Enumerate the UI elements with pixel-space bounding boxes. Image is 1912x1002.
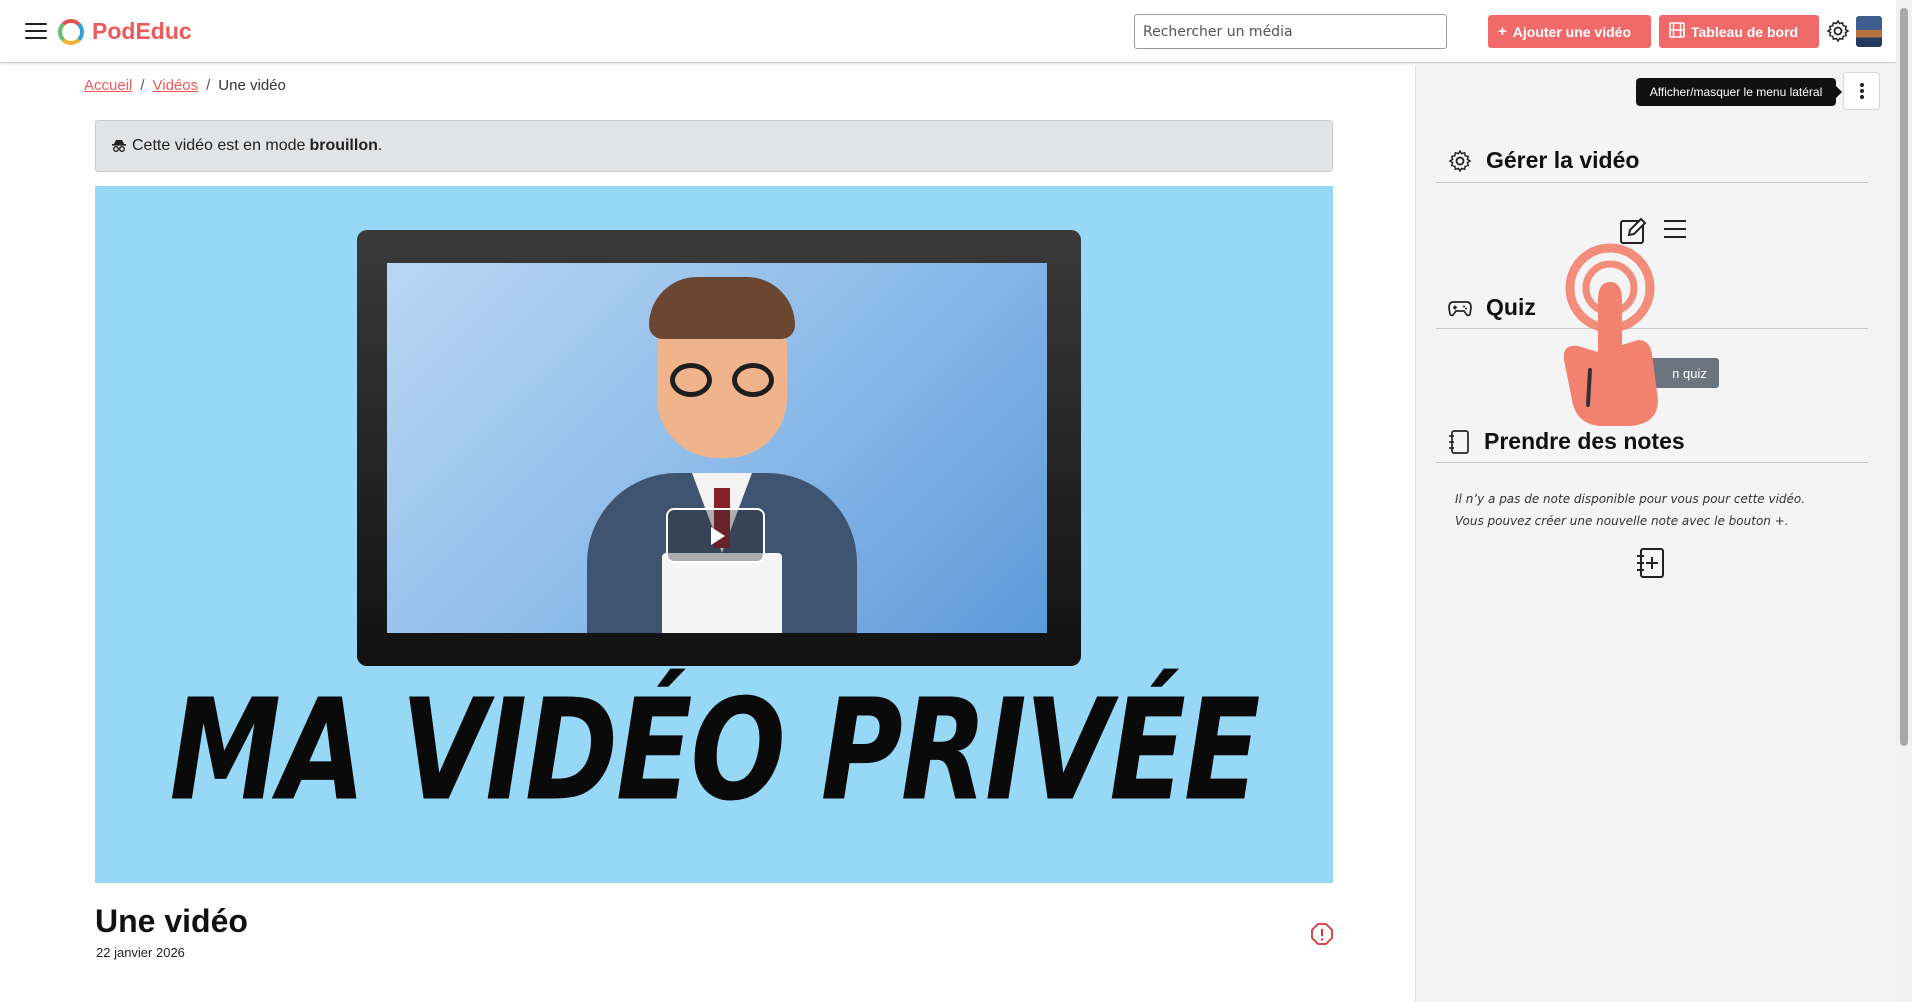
plus-icon: + — [1498, 23, 1507, 40]
user-avatar[interactable] — [1856, 16, 1882, 47]
draft-text: Cette vidéo est en mode — [132, 137, 306, 154]
create-quiz-button[interactable]: n quiz — [1620, 358, 1719, 388]
notes-empty-line: Vous pouvez créer une nouvelle note avec… — [1455, 514, 1789, 528]
notes-heading: Prendre des notes — [1448, 428, 1685, 455]
dashboard-label: Tableau de bord — [1691, 23, 1799, 40]
toggle-sidebar-tooltip: Afficher/masquer le menu latéral — [1636, 78, 1842, 106]
logo[interactable]: PodEduc — [58, 18, 192, 45]
breadcrumb-home-link[interactable]: Accueil — [84, 77, 132, 94]
film-icon — [1669, 21, 1685, 42]
add-video-button[interactable]: + Ajouter une vidéo — [1488, 15, 1651, 48]
thumbnail-tv-frame — [357, 230, 1081, 666]
menu-burger-icon[interactable] — [25, 23, 47, 41]
video-date: 22 janvier 2026 — [96, 945, 185, 960]
breadcrumb-separator: / — [140, 77, 145, 94]
add-note-icon[interactable] — [1636, 547, 1666, 579]
list-menu-icon[interactable] — [1664, 220, 1686, 240]
thumbnail-title-text: MA VIDÉO PRIVÉE — [169, 669, 1261, 833]
gear-icon — [1448, 149, 1472, 172]
thumbnail-paper — [662, 553, 782, 633]
scrollbar-thumb[interactable] — [1900, 8, 1908, 746]
breadcrumb-videos-link[interactable]: Vidéos — [153, 77, 199, 94]
video-title: Une vidéo — [95, 903, 248, 939]
gamepad-icon — [1448, 300, 1472, 316]
top-navbar: PodEduc + Ajouter une vidéo Tableau de b… — [0, 0, 1896, 63]
logo-text: PodEduc — [92, 18, 192, 44]
thumbnail-hair — [649, 277, 795, 339]
video-player[interactable]: MA VIDÉO PRIVÉE — [95, 186, 1333, 883]
settings-gear-icon[interactable] — [1826, 19, 1850, 43]
manage-video-title: Gérer la vidéo — [1486, 147, 1640, 173]
play-button[interactable] — [666, 508, 765, 563]
notes-empty-message: Il n’y a pas de note disponible pour vou… — [1455, 488, 1855, 532]
notebook-icon — [1449, 429, 1469, 454]
quiz-heading: Quiz — [1448, 294, 1536, 321]
draft-end: . — [377, 137, 383, 154]
divider — [1436, 462, 1868, 463]
play-icon — [710, 526, 725, 545]
edit-icon[interactable] — [1619, 215, 1647, 245]
quiz-title: Quiz — [1486, 294, 1536, 320]
vertical-dots-icon — [1859, 81, 1864, 101]
thumbnail-glasses — [670, 363, 774, 397]
create-quiz-label: n quiz — [1672, 365, 1707, 381]
add-video-label: Ajouter une vidéo — [1512, 23, 1631, 40]
side-panel — [1415, 66, 1896, 1002]
breadcrumb-separator: / — [206, 77, 211, 94]
notes-empty-line: Il n’y a pas de note disponible pour vou… — [1455, 492, 1806, 506]
breadcrumb: Accueil / Vidéos / Une vidéo — [84, 77, 286, 94]
report-alert-icon[interactable] — [1310, 922, 1334, 946]
dashboard-button[interactable]: Tableau de bord — [1659, 15, 1819, 48]
breadcrumb-current: Une vidéo — [218, 77, 286, 94]
divider — [1436, 328, 1868, 329]
toggle-sidebar-button[interactable] — [1843, 72, 1880, 110]
draft-alert: Cette vidéo est en mode brouillon. — [95, 120, 1333, 172]
manage-video-heading: Gérer la vidéo — [1448, 147, 1639, 174]
search-input[interactable] — [1134, 14, 1447, 49]
thumbnail-screen — [387, 263, 1047, 633]
divider — [1436, 182, 1868, 183]
logo-mark-icon — [58, 18, 84, 45]
draft-status: brouillon — [309, 137, 378, 154]
notes-title: Prendre des notes — [1484, 428, 1685, 454]
page-scrollbar[interactable] — [1896, 0, 1912, 1002]
incognito-icon — [112, 138, 126, 155]
